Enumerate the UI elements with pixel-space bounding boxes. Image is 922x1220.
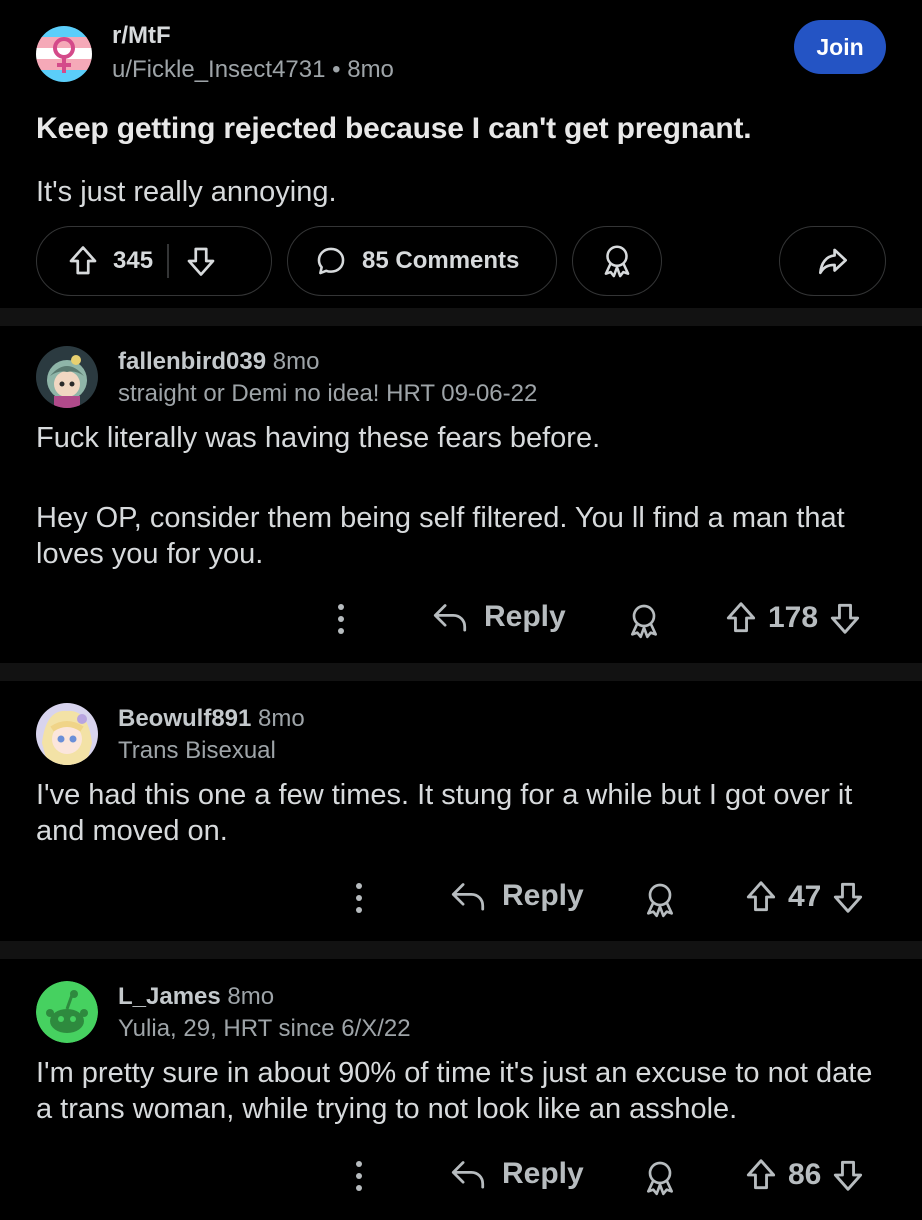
comment-paragraph: I've had this one a few times. It stung … [36,779,853,847]
arrow-down-icon[interactable] [829,1156,867,1194]
vertical-dots-icon[interactable] [348,1156,370,1196]
reply-arrow-icon [448,878,488,914]
post-vote-count: 345 [113,247,154,274]
comments-button[interactable]: 85 Comments [287,226,557,296]
subreddit-name[interactable]: r/MtF [112,22,171,50]
avatar[interactable] [36,346,98,408]
user-flair: Yulia, 29, HRT since 6/X/22 [118,1015,411,1042]
join-button[interactable]: Join [794,20,886,74]
comment-username[interactable]: L_James [118,983,221,1010]
comment: fallenbird039 8mo straight or Demi no id… [0,326,922,663]
comment-text: Fuck literally was having these fears be… [36,420,896,572]
arrow-up-icon[interactable] [65,243,101,279]
subreddit-avatar[interactable] [36,26,92,82]
post-meta: u/Fickle_Insect4731 • 8mo [112,56,394,84]
comment-username-line: fallenbird039 8mo [118,348,319,376]
user-flair: Trans Bisexual [118,737,276,764]
comment-vote-bar: 178 [722,599,864,637]
user-flair: straight or Demi no idea! HRT 09-06-22 [118,380,538,407]
arrow-down-icon[interactable] [826,599,864,637]
reply-button[interactable]: Reply [448,878,584,914]
post-body: It's just really annoying. [36,176,337,208]
comment-vote-bar: 86 [742,1156,867,1194]
comment-vote-count: 47 [788,880,822,913]
section-divider [0,308,922,326]
comment: L_James 8mo Yulia, 29, HRT since 6/X/22 … [0,959,922,1220]
comment-paragraph: Fuck literally was having these fears be… [36,422,601,454]
comment-actions: Reply 178 [0,596,922,646]
reply-arrow-icon [448,1156,488,1192]
comment-vote-bar: 47 [742,878,867,916]
comment-vote-count: 86 [788,1158,822,1191]
comment-username[interactable]: Beowulf891 [118,705,251,732]
comment-paragraph: I'm pretty sure in about 90% of time it'… [36,1057,873,1125]
post-title[interactable]: Keep getting rejected because I can't ge… [36,112,752,146]
award-ribbon-icon [598,242,636,280]
reply-label: Reply [502,879,584,912]
comment-username-line: L_James 8mo [118,983,274,1011]
comment-username-line: Beowulf891 8mo [118,705,305,733]
arrow-down-icon[interactable] [829,878,867,916]
comment-actions: Reply 47 [0,875,922,925]
comment-age: 8mo [227,983,275,1010]
comment-text: I've had this one a few times. It stung … [36,777,896,849]
section-divider [0,663,922,681]
award-ribbon-icon[interactable] [640,1158,680,1198]
award-ribbon-icon[interactable] [624,601,664,641]
vote-divider [167,244,169,278]
award-ribbon-icon[interactable] [640,880,680,920]
arrow-down-icon[interactable] [183,243,219,279]
reply-label: Reply [484,600,566,633]
section-divider [0,941,922,959]
arrow-up-icon[interactable] [742,1156,780,1194]
post-award-button[interactable] [572,226,662,296]
share-arrow-icon [814,242,852,280]
comment-paragraph: Hey OP, consider them being self filtere… [36,502,845,570]
vertical-dots-icon[interactable] [330,599,352,639]
reply-arrow-icon [430,599,470,635]
avatar[interactable] [36,981,98,1043]
share-button[interactable] [779,226,886,296]
comment-age: 8mo [272,348,320,375]
speech-bubble-icon [314,244,348,278]
post-author[interactable]: u/Fickle_Insect4731 [112,56,325,83]
post-card: r/MtF u/Fickle_Insect4731 • 8mo Join Kee… [0,0,922,308]
comment: Beowulf891 8mo Trans Bisexual I've had t… [0,681,922,941]
comment-age: 8mo [258,705,305,732]
comments-count-label: 85 Comments [362,247,520,274]
comment-vote-count: 178 [768,601,819,634]
reply-button[interactable]: Reply [430,599,566,635]
avatar[interactable] [36,703,98,765]
reply-button[interactable]: Reply [448,1156,584,1192]
comment-text: I'm pretty sure in about 90% of time it'… [36,1055,896,1127]
vertical-dots-icon[interactable] [348,878,370,918]
post-age: 8mo [347,56,394,83]
post-vote-bar: 345 [36,226,272,296]
comment-actions: Reply 86 [0,1153,922,1203]
meta-separator: • [332,56,341,83]
arrow-up-icon[interactable] [742,878,780,916]
arrow-up-icon[interactable] [722,599,760,637]
reply-label: Reply [502,1157,584,1190]
comment-username[interactable]: fallenbird039 [118,348,266,375]
